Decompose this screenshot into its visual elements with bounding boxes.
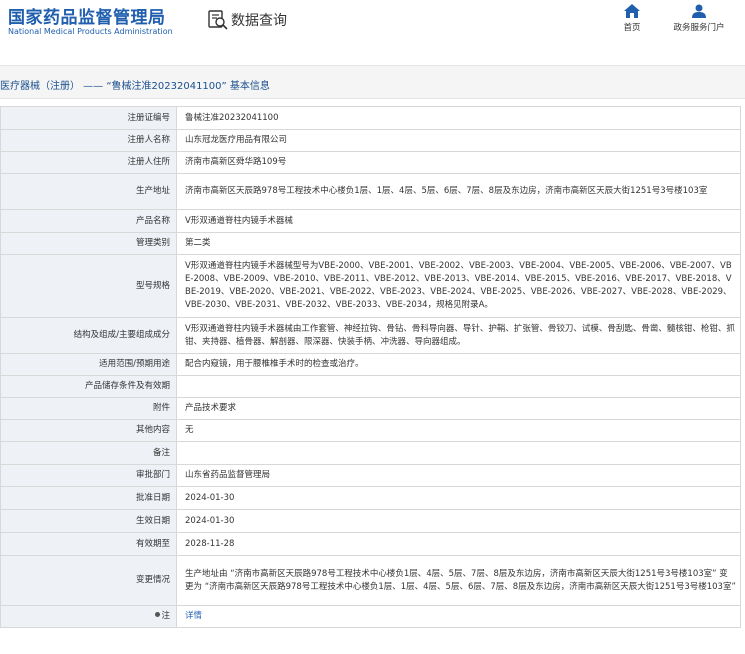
row-value: 配合内窥镜，用于腰椎椎手术时的检查或治疗。 [176,353,741,376]
note-row: 注 详情 [0,605,741,628]
nav-home-label: 首页 [623,23,641,33]
row-label: 生效日期 [0,509,177,533]
info-row: 变更情况 生产地址由 “济南市高新区天辰路978号工程技术中心楼负1层、4层、5层… [0,555,741,606]
user-icon [692,4,706,18]
info-row: 适用范围/预期用途 配合内窥镜，用于腰椎椎手术时的检查或治疗。 [0,353,741,376]
details-link[interactable]: 详情 [185,611,202,621]
info-row: 附件 产品技术要求 [0,397,741,420]
info-row: 产品名称 V形双通道脊柱内镜手术器械 [0,209,741,233]
nav-service-label: 政务服务门户 [673,23,725,33]
row-value: V形双通道脊柱内镜手术器械 [176,209,741,233]
row-label: 注册证编号 [0,106,177,130]
home-icon [624,4,640,18]
info-row: 生效日期 2024-01-30 [0,509,741,533]
row-value: 产品技术要求 [176,397,741,420]
row-label: 产品储存条件及有效期 [0,375,177,398]
info-row: 备注 [0,441,741,465]
info-row: 注册证编号 鲁械注准20232041100 [0,106,741,130]
info-row: 管理类别 第二类 [0,232,741,255]
info-row: 型号规格 V形双通道脊柱内镜手术器械型号为VBE-2000、VBE-2001、VB… [0,254,741,318]
info-row: 其他内容无 [0,419,741,442]
info-row: 注册人住所 济南市高新区舜华路109号 [0,151,741,174]
row-value: 第二类 [176,232,741,255]
bullet-icon [155,612,161,617]
row-label: 结构及组成/主要组成成分 [0,317,177,354]
info-row: 批准日期 2024-01-30 [0,486,741,510]
row-label: 其他内容 [0,419,177,442]
data-query-icon [208,10,228,30]
info-row: 审批部门 山东省药品监督管理局 [0,464,741,487]
row-value: 济南市高新区天辰路978号工程技术中心楼负1层、1层、4层、5层、6层、7层、8… [176,173,741,210]
row-label: 备注 [0,441,177,465]
record-title: 医疗器械（注册） —— “鲁械注准20232041100” 基本信息 [0,81,270,92]
row-value: V形双通道脊柱内镜手术器械型号为VBE-2000、VBE-2001、VBE-20… [176,254,741,318]
note-label-cell: 注 [0,605,177,628]
note-label: 注 [161,611,170,621]
site-header: 国家药品监督管理局 National Medical Products Admi… [0,0,745,48]
row-label: 注册人住所 [0,151,177,174]
row-value: 山东省药品监督管理局 [176,464,741,487]
row-label: 变更情况 [0,555,177,606]
row-label: 注册人名称 [0,129,177,152]
row-value: 2028-11-28 [176,532,741,556]
row-value: 济南市高新区舜华路109号 [176,151,741,174]
info-row: 结构及组成/主要组成成分 V形双通道脊柱内镜手术器械由工作套管、神经拉钩、骨钻、骨… [0,317,741,354]
info-row: 注册人名称 山东冠龙医疗用品有限公司 [0,129,741,152]
row-label: 审批部门 [0,464,177,487]
row-value: 生产地址由 “济南市高新区天辰路978号工程技术中心楼负1层、4层、5层、7层、… [176,555,741,606]
row-value: V形双通道脊柱内镜手术器械由工作套管、神经拉钩、骨钻、骨科导向器、导针、护鞘、扩… [176,317,741,354]
nav-service-portal[interactable]: 政务服务门户 [664,4,734,33]
info-row: 生产地址 济南市高新区天辰路978号工程技术中心楼负1层、1层、4层、5层、6层、… [0,173,741,210]
record-title-bar: 医疗器械（注册） —— “鲁械注准20232041100” 基本信息 [0,65,745,99]
row-label: 批准日期 [0,486,177,510]
note-value-cell: 详情 [176,605,741,628]
row-value: 2024-01-30 [176,509,741,533]
row-label: 适用范围/预期用途 [0,353,177,376]
row-label: 型号规格 [0,254,177,318]
row-value: 鲁械注准20232041100 [176,106,741,130]
row-value [176,375,741,398]
row-label: 生产地址 [0,173,177,210]
row-value: 无 [176,419,741,442]
info-row: 有效期至 2028-11-28 [0,532,741,556]
data-query-link[interactable]: 数据查询 [207,9,287,31]
row-label: 管理类别 [0,232,177,255]
data-query-label: 数据查询 [231,13,287,29]
row-value: 2024-01-30 [176,486,741,510]
info-row: 产品储存条件及有效期 [0,375,741,398]
registration-info-table: 注册证编号 鲁械注准20232041100 注册人名称 山东冠龙医疗用品有限公司 注册人… [0,106,741,628]
nav-home[interactable]: 首页 [614,4,650,33]
row-label: 产品名称 [0,209,177,233]
site-logo-cn[interactable]: 国家药品监督管理局 [8,3,166,28]
row-label: 有效期至 [0,532,177,556]
site-logo-en[interactable]: National Medical Products Administration [8,27,173,36]
row-label: 附件 [0,397,177,420]
row-value: 山东冠龙医疗用品有限公司 [176,129,741,152]
row-value [176,441,741,465]
